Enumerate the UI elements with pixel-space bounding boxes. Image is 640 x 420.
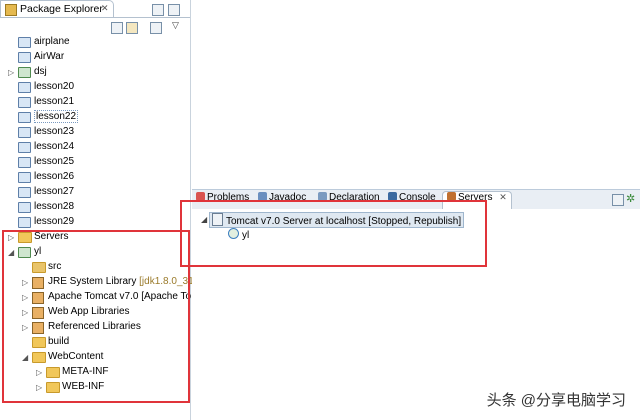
focus-icon[interactable] — [150, 22, 162, 34]
project-icon — [18, 97, 31, 108]
project-icon — [18, 37, 31, 48]
tree-item[interactable]: ▷ dsj — [0, 65, 190, 80]
project-icon — [18, 187, 31, 198]
tree-item[interactable]: lesson24 — [0, 140, 190, 155]
package-explorer-icon — [5, 4, 17, 16]
tree-item[interactable]: lesson20 — [0, 80, 190, 95]
panel-minimize-icon[interactable] — [612, 194, 624, 206]
tree-item-label: AirWar — [34, 51, 65, 62]
package-explorer-close-icon[interactable]: ✕ — [101, 3, 109, 14]
project-icon — [18, 112, 31, 123]
project-icon — [18, 52, 31, 63]
tree-item-label: lesson26 — [34, 171, 75, 182]
project-icon — [18, 157, 31, 168]
project-icon — [18, 172, 31, 183]
tree-item[interactable]: AirWar — [0, 50, 190, 65]
collapse-all-icon[interactable] — [111, 22, 123, 34]
tree-item-label: lesson23 — [34, 126, 75, 137]
tree-item[interactable]: lesson26 — [0, 170, 190, 185]
tree-item-label: lesson20 — [34, 81, 75, 92]
project-icon — [18, 202, 31, 213]
tree-item-label: airplane — [34, 36, 70, 47]
tree-item[interactable]: lesson23 — [0, 125, 190, 140]
tree-item[interactable]: lesson28 — [0, 200, 190, 215]
tree-item[interactable]: lesson22 — [0, 110, 190, 125]
tab-divider — [0, 17, 190, 18]
package-explorer-tab[interactable]: Package Explorer ✕ — [0, 0, 114, 18]
watermark-text: 头条 @分享电脑学习 — [486, 392, 626, 409]
project-icon — [18, 217, 31, 228]
project-icon — [18, 82, 31, 93]
annotation-box-servers — [180, 200, 487, 267]
servers-tab-close-icon[interactable]: ✕ — [499, 192, 507, 202]
project-icon — [18, 127, 31, 138]
tree-item-label: lesson21 — [34, 96, 75, 107]
project-icon — [18, 142, 31, 153]
tree-item-label: lesson29 — [34, 216, 75, 227]
tree-item-label: lesson22 — [34, 110, 79, 123]
view-menu-icon[interactable]: ▽ — [172, 20, 179, 31]
link-with-editor-icon[interactable] — [126, 22, 138, 34]
tree-item-label: lesson28 — [34, 201, 75, 212]
tree-item[interactable]: lesson27 — [0, 185, 190, 200]
tree-item[interactable]: lesson29 — [0, 215, 190, 230]
package-explorer-title: Package Explorer — [20, 3, 103, 15]
tree-item[interactable]: lesson25 — [0, 155, 190, 170]
annotation-box-project — [2, 230, 190, 403]
tree-item-label: dsj — [34, 66, 47, 77]
tree-item[interactable]: airplane — [0, 35, 190, 50]
maximize-icon[interactable] — [168, 4, 180, 16]
tree-item[interactable]: lesson21 — [0, 95, 190, 110]
tree-item-label: lesson27 — [34, 186, 75, 197]
minimize-icon[interactable] — [152, 4, 164, 16]
tree-item-label: lesson24 — [34, 141, 75, 152]
editor-area[interactable] — [191, 0, 640, 187]
expand-arrow-icon[interactable]: ▷ — [8, 68, 14, 77]
web-project-icon — [18, 67, 31, 78]
tree-item-label: lesson25 — [34, 156, 75, 167]
panel-settings-icon[interactable]: ✲ — [626, 192, 635, 205]
watermark: 头条 @分享电脑学习 — [487, 389, 626, 410]
